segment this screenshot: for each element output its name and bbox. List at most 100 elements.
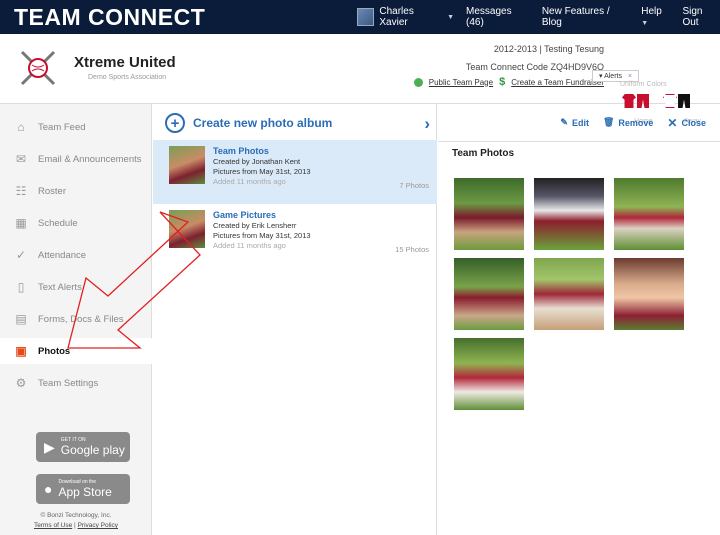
photos-icon: ▣ xyxy=(15,344,27,358)
sidebar-item-label: Text Alerts xyxy=(38,281,82,293)
album-thumbnail xyxy=(169,210,205,248)
app-store-button[interactable]: ● Download on the App Store xyxy=(36,474,130,504)
uniform-colors-label: Uniform Colors xyxy=(620,81,667,88)
copyright: © Bonzi Technology, Inc. xyxy=(40,512,112,519)
sidebar-item-label: Schedule xyxy=(38,217,78,229)
sidebar-item-label: Team Feed xyxy=(38,121,86,133)
pencil-icon: ✎ xyxy=(560,117,568,127)
album-item[interactable]: Game Pictures Created by Erik Lensherr P… xyxy=(153,204,437,268)
sidebar-item-forms[interactable]: ▤ Forms, Docs & Files xyxy=(0,306,152,332)
close-icon: ✕ xyxy=(667,115,678,130)
sidebar-item-text-alerts[interactable]: ▯ Text Alerts xyxy=(0,274,152,300)
email-icon: ✉ xyxy=(15,152,27,166)
close-label: Close xyxy=(681,117,706,128)
app-store-text: Download on the App Store xyxy=(58,479,111,499)
album-added: Added 11 months ago xyxy=(213,177,286,186)
edit-button[interactable]: ✎ Edit xyxy=(560,117,589,128)
album-date: Pictures from May 31st, 2013 xyxy=(213,231,311,240)
play-icon: ▶ xyxy=(44,438,55,455)
album-count: 7 Photos xyxy=(399,181,429,190)
team-subtitle: Demo Sports Association xyxy=(88,74,167,81)
privacy-link[interactable]: Privacy Policy xyxy=(78,522,118,529)
season-label[interactable]: 2012-2013 | Testing Tesung xyxy=(494,44,604,54)
legal-links: Terms of Use | Privacy Policy xyxy=(33,522,119,529)
photo-thumbnail[interactable] xyxy=(534,178,604,250)
dollar-icon: $ xyxy=(499,76,506,88)
photo-thumbnail[interactable] xyxy=(534,258,604,330)
messages-link[interactable]: Messages (46) xyxy=(466,6,530,28)
sidebar-item-roster[interactable]: ☷ Roster xyxy=(0,178,152,204)
photo-viewer: ✎ Edit 🗑 Remove ✕ Close Team Photos xyxy=(438,104,720,535)
header-links: Public Team Page $ Create a Team Fundrai… xyxy=(413,76,604,88)
sidebar-item-team-settings[interactable]: ⚙ Team Settings xyxy=(0,370,152,396)
apple-icon: ● xyxy=(44,481,53,497)
team-logo-icon xyxy=(20,50,56,86)
albums-panel: + Create new photo album › Team Photos C… xyxy=(153,104,437,535)
remove-label: Remove xyxy=(618,117,654,128)
sidebar-item-label: Attendance xyxy=(38,249,87,261)
chevron-down-icon: ▼ xyxy=(447,13,455,21)
globe-icon xyxy=(413,77,423,87)
sign-out-link[interactable]: Sign Out xyxy=(682,6,720,28)
sidebar-item-label: Email & Announcements xyxy=(38,153,142,165)
help-menu[interactable]: Help ▼ xyxy=(641,6,670,28)
album-thumbnail xyxy=(169,146,205,184)
sidebar-item-team-feed[interactable]: ⌂ Team Feed xyxy=(0,114,152,140)
terms-link[interactable]: Terms of Use xyxy=(34,522,72,529)
trash-icon: 🗑 xyxy=(602,117,615,127)
photo-thumbnail[interactable] xyxy=(614,178,684,250)
album-added: Added 11 months ago xyxy=(213,241,286,250)
album-title: Team Photos xyxy=(213,146,269,156)
gear-icon: ⚙ xyxy=(15,376,27,390)
close-icon[interactable]: × xyxy=(628,73,632,80)
chevron-right-icon[interactable]: › xyxy=(424,114,430,134)
sidebar-item-email[interactable]: ✉ Email & Announcements xyxy=(0,146,152,172)
remove-button[interactable]: 🗑 Remove xyxy=(603,117,653,128)
sidebar-item-label: Photos xyxy=(38,345,71,357)
album-count: 15 Photos xyxy=(395,245,429,254)
user-name: Charles Xavier xyxy=(379,6,414,28)
new-features-link[interactable]: New Features / Blog xyxy=(542,6,629,28)
edit-label: Edit xyxy=(571,117,589,128)
album-title: Game Pictures xyxy=(213,210,277,220)
team-name: Xtreme United xyxy=(74,54,176,71)
sidebar-item-schedule[interactable]: ▦ Schedule xyxy=(0,210,152,236)
check-icon: ✓ xyxy=(15,248,27,262)
alerts-label: Alerts xyxy=(604,73,622,80)
album-item[interactable]: Team Photos Created by Jonathan Kent Pic… xyxy=(153,140,437,204)
sidebar-item-label: Forms, Docs & Files xyxy=(38,313,124,325)
photo-thumbnail[interactable] xyxy=(454,178,524,250)
google-play-text: GET IT ON Google play xyxy=(61,437,125,457)
viewer-toolbar: ✎ Edit 🗑 Remove ✕ Close xyxy=(438,104,720,142)
avatar xyxy=(357,8,375,26)
album-viewer-title: Team Photos xyxy=(452,148,515,159)
album-meta: Team Photos Created by Jonathan Kent Pic… xyxy=(213,146,311,198)
photo-thumbnail[interactable] xyxy=(614,258,684,330)
photo-thumbnail[interactable] xyxy=(454,258,524,330)
user-menu[interactable]: Charles Xavier ▼ xyxy=(357,6,454,28)
album-creator: Created by Jonathan Kent xyxy=(213,157,301,166)
public-team-page-link[interactable]: Public Team Page xyxy=(429,78,493,87)
team-header: Xtreme United Demo Sports Association 20… xyxy=(0,34,720,125)
home-icon: ⌂ xyxy=(17,120,25,134)
top-nav: Charles Xavier ▼ Messages (46) New Featu… xyxy=(357,6,720,28)
create-album-label: Create new photo album xyxy=(193,116,333,130)
sidebar-item-attendance[interactable]: ✓ Attendance xyxy=(0,242,152,268)
sidebar-item-photos[interactable]: ▣ Photos xyxy=(0,338,152,364)
album-creator: Created by Erik Lensherr xyxy=(213,221,297,230)
document-icon: ▤ xyxy=(15,312,27,326)
sidebar: ⌂ Team Feed ✉ Email & Announcements ☷ Ro… xyxy=(0,104,152,535)
top-bar: TEAM CONNECT Charles Xavier ▼ Messages (… xyxy=(0,0,720,34)
fundraiser-link[interactable]: Create a Team Fundraiser xyxy=(511,78,604,87)
chevron-down-icon: ▼ xyxy=(641,20,649,27)
close-button[interactable]: ✕ Close xyxy=(667,116,706,130)
google-play-button[interactable]: ▶ GET IT ON Google play xyxy=(36,432,130,462)
roster-icon: ☷ xyxy=(15,184,27,198)
phone-icon: ▯ xyxy=(17,280,25,294)
create-album-button[interactable]: + Create new photo album xyxy=(153,104,436,142)
app-logo[interactable]: TEAM CONNECT xyxy=(0,4,357,31)
sidebar-item-label: Team Settings xyxy=(38,377,99,389)
help-label: Help xyxy=(641,6,662,17)
plus-icon: + xyxy=(165,113,185,133)
photo-thumbnail[interactable] xyxy=(454,338,524,410)
